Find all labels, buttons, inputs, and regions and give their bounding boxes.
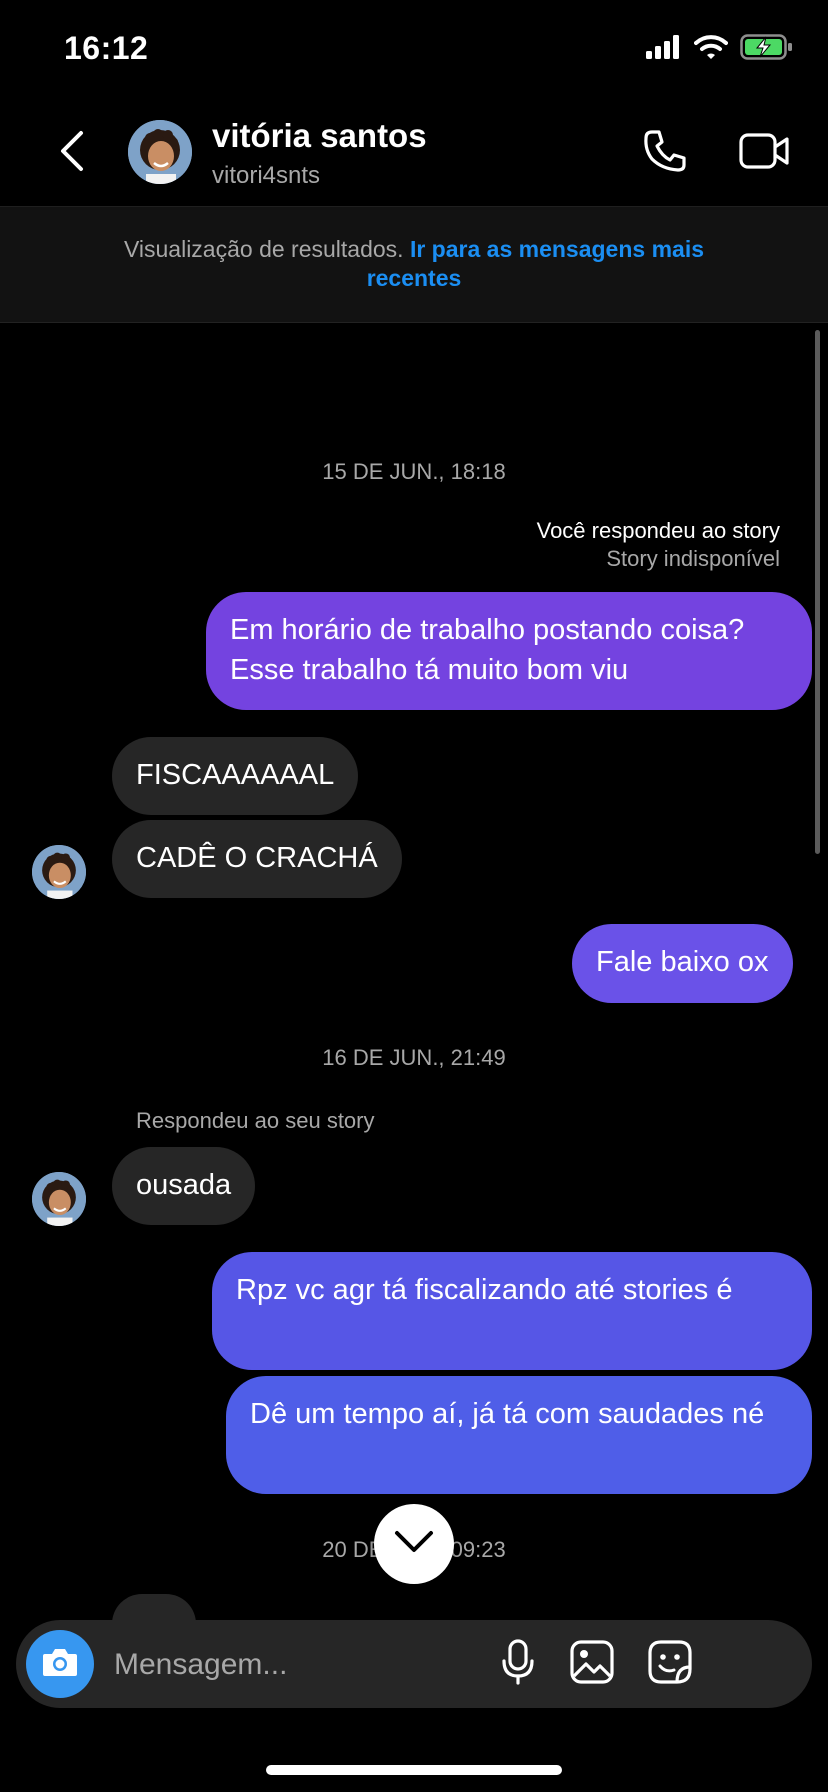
incoming-message[interactable]: FISCAAAAAAL [112, 737, 359, 815]
chat-header: vitória santos vitori4snts [0, 100, 828, 207]
gallery-button[interactable] [566, 1638, 618, 1690]
scroll-to-bottom-button[interactable] [374, 1504, 454, 1584]
outgoing-message[interactable]: Dê um tempo aí, já tá com saudades né [226, 1376, 812, 1494]
camera-button[interactable] [26, 1630, 94, 1698]
battery-charging-icon [740, 34, 794, 65]
contact-username[interactable]: vitori4snts [212, 162, 320, 190]
story-reply-note-sub: Story indisponível [606, 546, 780, 571]
sticker-icon [647, 1639, 693, 1690]
status-time: 16:12 [64, 30, 149, 66]
chevron-down-icon [393, 1529, 435, 1560]
outgoing-message[interactable]: Fale baixo ox [572, 924, 793, 1003]
incoming-message[interactable]: ousada [112, 1147, 256, 1225]
story-reply-label: Respondeu ao seu story [136, 1108, 375, 1133]
status-icons [646, 34, 794, 65]
video-call-button[interactable] [734, 124, 796, 182]
go-to-recent-messages-link[interactable]: Ir para as mensagens mais recentes [367, 236, 704, 291]
timestamp: 15 DE JUN., 18:18 [322, 459, 506, 484]
phone-icon [642, 128, 688, 179]
camera-icon [41, 1646, 79, 1683]
voice-call-button[interactable] [636, 124, 694, 182]
sender-avatar[interactable] [32, 845, 86, 899]
video-camera-icon [739, 131, 791, 176]
message-composer [16, 1620, 812, 1708]
signal-icon [646, 35, 682, 64]
microphone-icon [501, 1638, 535, 1690]
microphone-button[interactable] [492, 1638, 544, 1690]
outgoing-message[interactable]: Rpz vc agr tá fiscalizando até stories é [212, 1252, 812, 1370]
status-bar: 16:12 [0, 0, 828, 100]
sender-avatar[interactable] [32, 1172, 86, 1226]
scrollbar[interactable] [815, 330, 820, 854]
incoming-message[interactable]: CADÊ O CRACHÁ [112, 820, 402, 898]
results-preview-banner: Visualização de resultados. Ir para as m… [0, 207, 828, 323]
wifi-icon [694, 34, 728, 65]
chevron-left-icon [59, 130, 85, 177]
sticker-button[interactable] [644, 1638, 696, 1690]
results-banner-text: Visualização de resultados. [123, 236, 410, 262]
story-reply-note: Você respondeu ao story Story indisponív… [537, 517, 780, 573]
outgoing-message[interactable]: Em horário de trabalho postando coisa? E… [206, 592, 812, 710]
contact-name[interactable]: vitória santos [212, 117, 427, 155]
home-indicator [266, 1765, 562, 1775]
contact-avatar[interactable] [128, 120, 192, 184]
message-input[interactable] [112, 1634, 496, 1696]
image-icon [570, 1639, 614, 1689]
story-reply-note-main: Você respondeu ao story [536, 518, 780, 543]
timestamp: 16 DE JUN., 21:49 [322, 1045, 506, 1070]
back-button[interactable] [52, 126, 92, 180]
